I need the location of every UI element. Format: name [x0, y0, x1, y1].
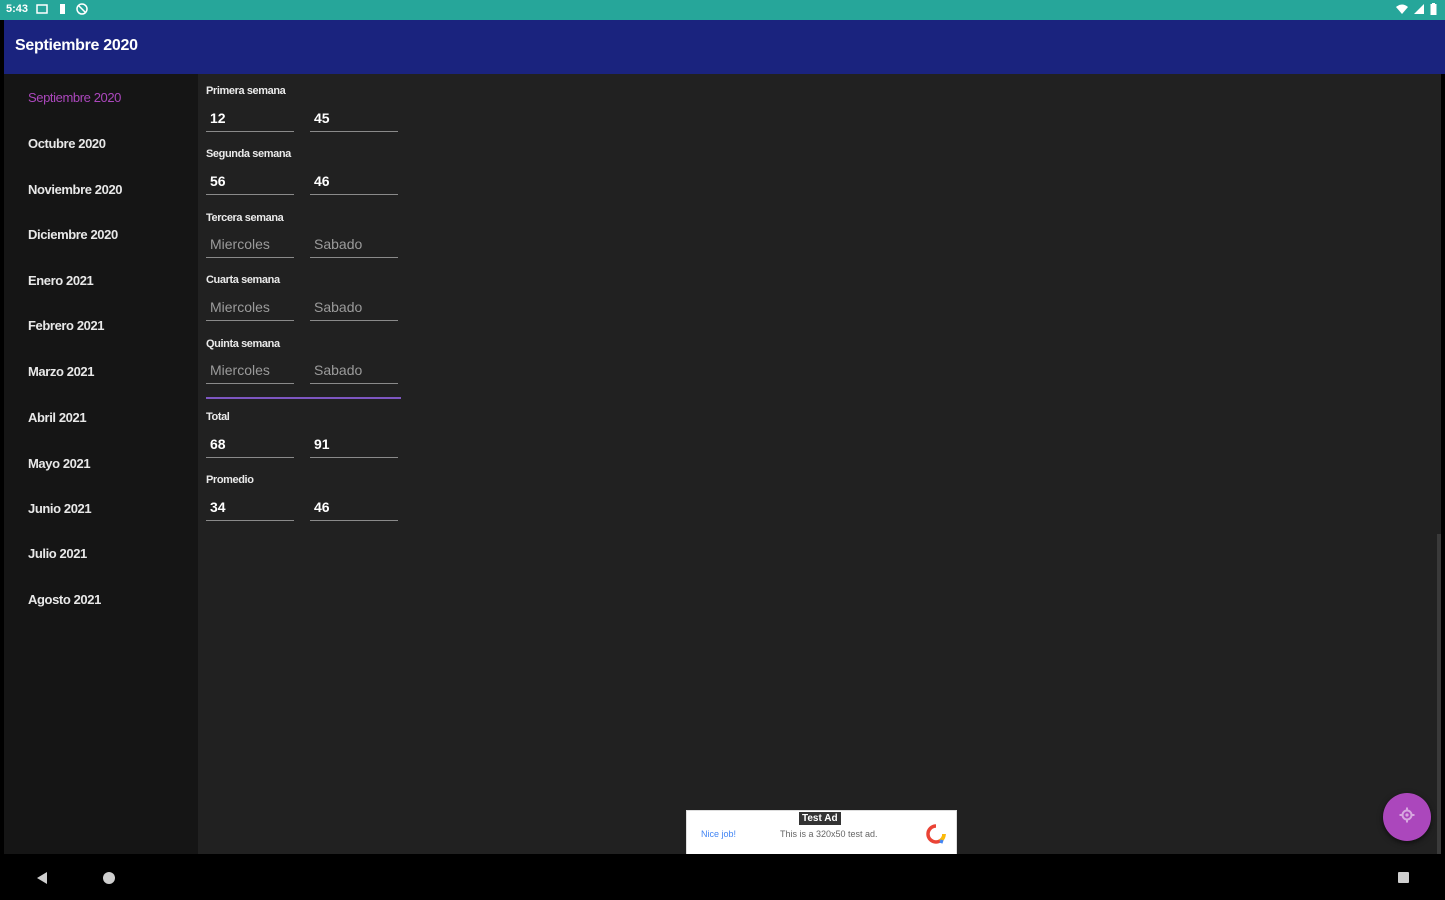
signal-icon [1413, 3, 1425, 15]
status-time: 5:43 [6, 3, 29, 15]
sidebar-item-octubre-2020[interactable]: Octubre 2020 [28, 136, 106, 151]
total-wednesday-field: 68 [206, 434, 294, 458]
battery-icon [1430, 3, 1437, 15]
sidebar-item-abril-2021[interactable]: Abril 2021 [28, 410, 87, 425]
week-label: Segunda semana [206, 148, 291, 160]
page-title: Septiembre 2020 [15, 37, 138, 54]
sidebar-item-agosto-2021[interactable]: Agosto 2021 [28, 592, 101, 607]
sidebar-item-febrero-2021[interactable]: Febrero 2021 [28, 318, 105, 333]
week-label: Tercera semana [206, 212, 284, 224]
settings-fab[interactable] [1383, 793, 1431, 841]
sidebar-item-noviembre-2020[interactable]: Noviembre 2020 [28, 182, 123, 197]
notification-icon [36, 3, 48, 15]
app-bar: Septiembre 2020 [4, 20, 1445, 74]
total-label: Total [206, 411, 230, 423]
week5-saturday-field[interactable]: Sabado [310, 360, 398, 384]
sidebar-item-marzo-2021[interactable]: Marzo 2021 [28, 364, 94, 379]
week1-saturday-field[interactable]: 45 [310, 108, 398, 132]
month-sidebar: Septiembre 2020 Octubre 2020 Noviembre 2… [4, 74, 198, 854]
average-wednesday-field: 34 [206, 497, 294, 521]
sidebar-item-junio-2021[interactable]: Junio 2021 [28, 501, 92, 516]
week4-wednesday-field[interactable]: Miercoles [206, 297, 294, 321]
week3-wednesday-field[interactable]: Miercoles [206, 234, 294, 258]
main-content: Primera semana 12 45 Segunda semana 56 4… [198, 74, 1441, 854]
average-label: Promedio [206, 474, 254, 486]
sync-icon [76, 3, 88, 15]
sidebar-item-enero-2021[interactable]: Enero 2021 [28, 273, 94, 288]
total-saturday-field: 91 [310, 434, 398, 458]
battery-saver-icon [56, 3, 68, 15]
sidebar-item-septiembre-2020[interactable]: Septiembre 2020 [28, 90, 121, 105]
test-ad-tag: Test Ad [799, 812, 841, 825]
week-label: Cuarta semana [206, 274, 280, 286]
week-label: Primera semana [206, 85, 286, 97]
ad-nice-job-text: Nice job! [701, 829, 737, 839]
sidebar-item-diciembre-2020[interactable]: Diciembre 2020 [28, 227, 118, 242]
ad-description: This is a 320x50 test ad. [780, 829, 878, 839]
sidebar-item-mayo-2021[interactable]: Mayo 2021 [28, 456, 91, 471]
week-label: Quinta semana [206, 338, 280, 350]
week4-saturday-field[interactable]: Sabado [310, 297, 398, 321]
gear-icon [1399, 807, 1415, 828]
recents-icon[interactable] [1398, 872, 1409, 883]
week1-wednesday-field[interactable]: 12 [206, 108, 294, 132]
back-icon[interactable] [34, 870, 50, 886]
week2-wednesday-field[interactable]: 56 [206, 171, 294, 195]
section-divider [206, 397, 401, 399]
home-icon[interactable] [103, 872, 115, 884]
status-bar: 5:43 [0, 0, 1445, 20]
average-saturday-field: 46 [310, 497, 398, 521]
wifi-icon [1396, 3, 1408, 15]
week2-saturday-field[interactable]: 46 [310, 171, 398, 195]
sidebar-item-julio-2021[interactable]: Julio 2021 [28, 546, 87, 561]
week3-saturday-field[interactable]: Sabado [310, 234, 398, 258]
week5-wednesday-field[interactable]: Miercoles [206, 360, 294, 384]
system-nav-bar [0, 854, 1445, 900]
scrollbar[interactable] [1437, 534, 1441, 854]
google-ad-logo-icon [925, 823, 947, 845]
